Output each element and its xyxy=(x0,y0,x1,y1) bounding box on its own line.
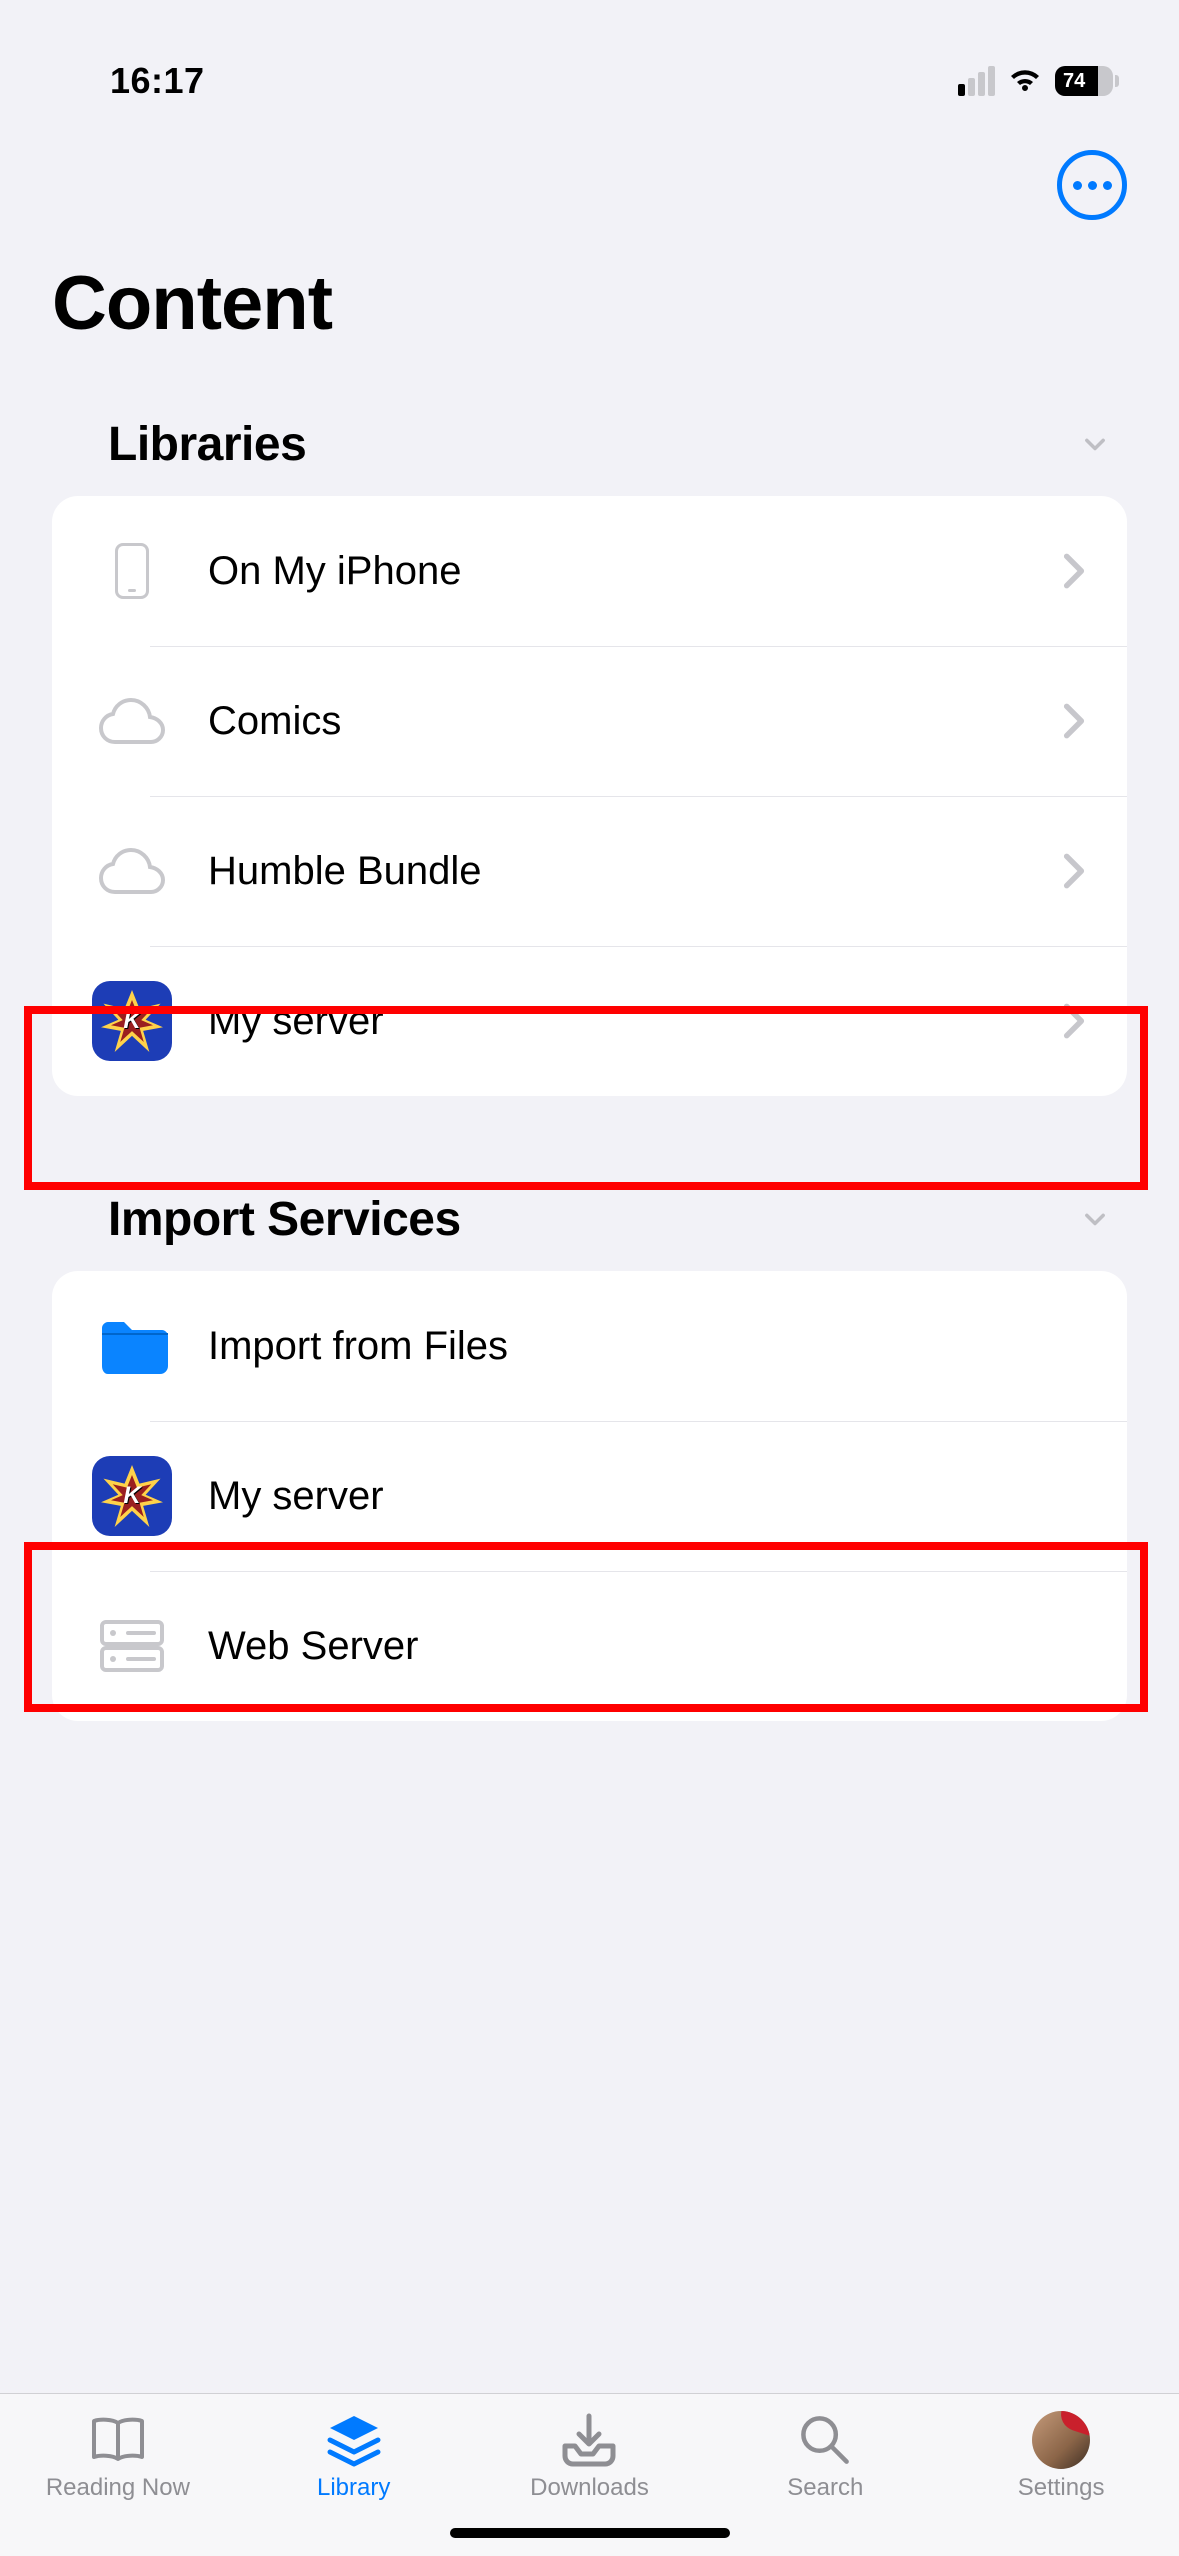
chevron-down-icon xyxy=(1081,431,1109,459)
library-item-label: My server xyxy=(208,999,1063,1044)
import-item-label: Import from Files xyxy=(208,1324,1085,1369)
komga-app-icon: K xyxy=(92,981,172,1061)
import-item-files[interactable]: Import from Files xyxy=(52,1271,1127,1421)
import-item-label: My server xyxy=(208,1474,1085,1519)
cellular-signal-icon xyxy=(958,66,995,96)
tab-label: Settings xyxy=(1018,2474,1105,2502)
import-heading: Import Services xyxy=(108,1192,461,1247)
libraries-list: On My iPhone Comics Humble Bundle K My s… xyxy=(52,496,1127,1096)
tab-label: Downloads xyxy=(530,2474,649,2502)
chevron-right-icon xyxy=(1063,552,1085,590)
tab-settings[interactable]: Settings xyxy=(961,2412,1161,2502)
library-item-label: On My iPhone xyxy=(208,549,1063,594)
library-item-my-server[interactable]: K My server xyxy=(52,946,1127,1096)
cloud-icon xyxy=(92,831,172,911)
tab-label: Library xyxy=(317,2474,390,2502)
tab-label: Reading Now xyxy=(46,2474,190,2502)
library-item-humble-bundle[interactable]: Humble Bundle xyxy=(52,796,1127,946)
library-item-comics[interactable]: Comics xyxy=(52,646,1127,796)
import-item-my-server[interactable]: K My server xyxy=(52,1421,1127,1571)
library-item-label: Comics xyxy=(208,699,1063,744)
chevron-right-icon xyxy=(1063,1002,1085,1040)
ellipsis-icon xyxy=(1073,181,1082,190)
tab-downloads[interactable]: Downloads xyxy=(489,2412,689,2502)
nav-bar xyxy=(0,130,1179,220)
library-item-label: Humble Bundle xyxy=(208,849,1063,894)
battery-indicator: 74 xyxy=(1055,66,1119,96)
magnifying-glass-icon xyxy=(795,2412,855,2468)
import-item-web-server[interactable]: Web Server xyxy=(52,1571,1127,1721)
download-tray-icon xyxy=(559,2412,619,2468)
folder-icon xyxy=(92,1306,172,1386)
wifi-icon xyxy=(1007,67,1043,95)
battery-level: 74 xyxy=(1055,66,1113,96)
book-open-icon xyxy=(88,2412,148,2468)
libraries-section-header[interactable]: Libraries xyxy=(0,377,1179,496)
status-time: 16:17 xyxy=(110,60,205,102)
avatar-icon xyxy=(1031,2412,1091,2468)
komga-app-icon: K xyxy=(92,1456,172,1536)
page-title: Content xyxy=(0,220,1179,377)
chevron-right-icon xyxy=(1063,702,1085,740)
tab-library[interactable]: Library xyxy=(254,2412,454,2502)
iphone-icon xyxy=(92,531,172,611)
import-item-label: Web Server xyxy=(208,1624,1085,1669)
import-services-list: Import from Files K My server Web Server xyxy=(52,1271,1127,1721)
chevron-down-icon xyxy=(1081,1206,1109,1234)
layers-icon xyxy=(324,2412,384,2468)
more-menu-button[interactable] xyxy=(1057,150,1127,220)
chevron-right-icon xyxy=(1063,852,1085,890)
library-item-on-my-iphone[interactable]: On My iPhone xyxy=(52,496,1127,646)
status-indicators: 74 xyxy=(958,66,1119,96)
status-bar: 16:17 74 xyxy=(0,0,1179,130)
tab-label: Search xyxy=(787,2474,863,2502)
cloud-icon xyxy=(92,681,172,761)
import-section-header[interactable]: Import Services xyxy=(0,1096,1179,1271)
tab-reading-now[interactable]: Reading Now xyxy=(18,2412,218,2502)
home-indicator[interactable] xyxy=(450,2528,730,2538)
tab-search[interactable]: Search xyxy=(725,2412,925,2502)
libraries-heading: Libraries xyxy=(108,417,306,472)
server-rack-icon xyxy=(92,1606,172,1686)
